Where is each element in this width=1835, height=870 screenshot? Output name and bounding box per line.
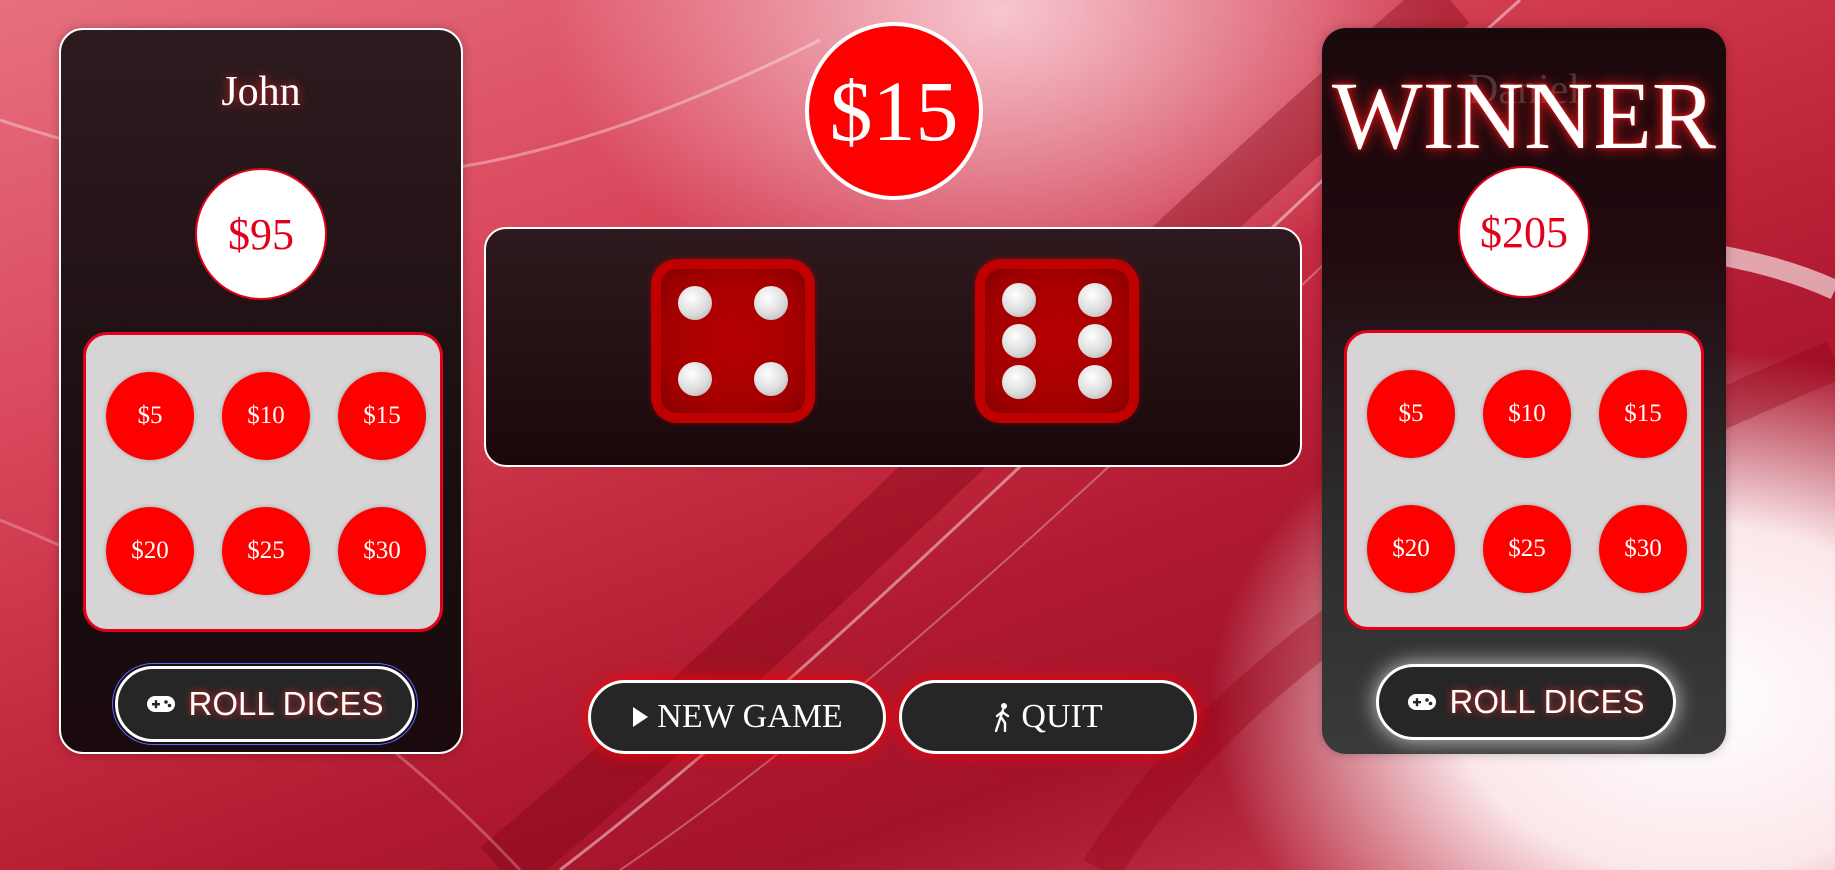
chip-15[interactable]: $15 [1599, 370, 1687, 458]
die-pip [1002, 324, 1036, 358]
gamepad-icon [1408, 694, 1437, 710]
play-icon [633, 707, 649, 727]
chip-30[interactable]: $30 [338, 507, 426, 595]
walking-person-icon [995, 703, 1010, 732]
die-six [975, 259, 1139, 423]
player-panel-left: John $95 $5 $10 $15 $20 $25 $30 ROLL DIC… [59, 28, 463, 754]
player-name: John [221, 69, 301, 115]
chip-15[interactable]: $15 [338, 372, 426, 460]
dice-board [484, 227, 1302, 467]
chip-5[interactable]: $5 [1367, 370, 1455, 458]
die-pip [1078, 365, 1112, 399]
new-game-label: NEW GAME [657, 698, 843, 735]
chip-25[interactable]: $25 [222, 507, 310, 595]
chip-10[interactable]: $10 [1483, 370, 1571, 458]
new-game-button[interactable]: NEW GAME [588, 680, 886, 754]
die-pip [1078, 283, 1112, 317]
player-panel-right: Daniel WINNER $205 $5 $10 $15 $20 $25 $3… [1322, 28, 1726, 754]
chip-10[interactable]: $10 [222, 372, 310, 460]
chip-30[interactable]: $30 [1599, 505, 1687, 593]
winner-label: WINNER [1332, 62, 1716, 169]
player-balance: $205 [1458, 166, 1590, 298]
chip-tray: $5 $10 $15 $20 $25 $30 [1344, 330, 1704, 630]
player-balance: $95 [195, 168, 327, 300]
die-pip [678, 362, 712, 396]
die-pip [678, 286, 712, 320]
chip-tray: $5 $10 $15 $20 $25 $30 [83, 332, 443, 632]
roll-dices-button[interactable]: ROLL DICES [1376, 664, 1676, 740]
roll-dices-label: ROLL DICES [188, 685, 384, 722]
die-pip [1002, 365, 1036, 399]
chip-25[interactable]: $25 [1483, 505, 1571, 593]
die-four [651, 259, 815, 423]
die-pip [1078, 324, 1112, 358]
quit-button[interactable]: QUIT [899, 680, 1197, 754]
chip-20[interactable]: $20 [106, 507, 194, 595]
gamepad-icon [147, 696, 176, 712]
chip-5[interactable]: $5 [106, 372, 194, 460]
pot-amount: $15 [805, 22, 983, 200]
roll-dices-label: ROLL DICES [1449, 683, 1645, 720]
quit-label: QUIT [1021, 698, 1103, 735]
roll-dices-button[interactable]: ROLL DICES [112, 663, 418, 745]
die-pip [754, 286, 788, 320]
chip-20[interactable]: $20 [1367, 505, 1455, 593]
die-pip [1002, 283, 1036, 317]
die-pip [754, 362, 788, 396]
